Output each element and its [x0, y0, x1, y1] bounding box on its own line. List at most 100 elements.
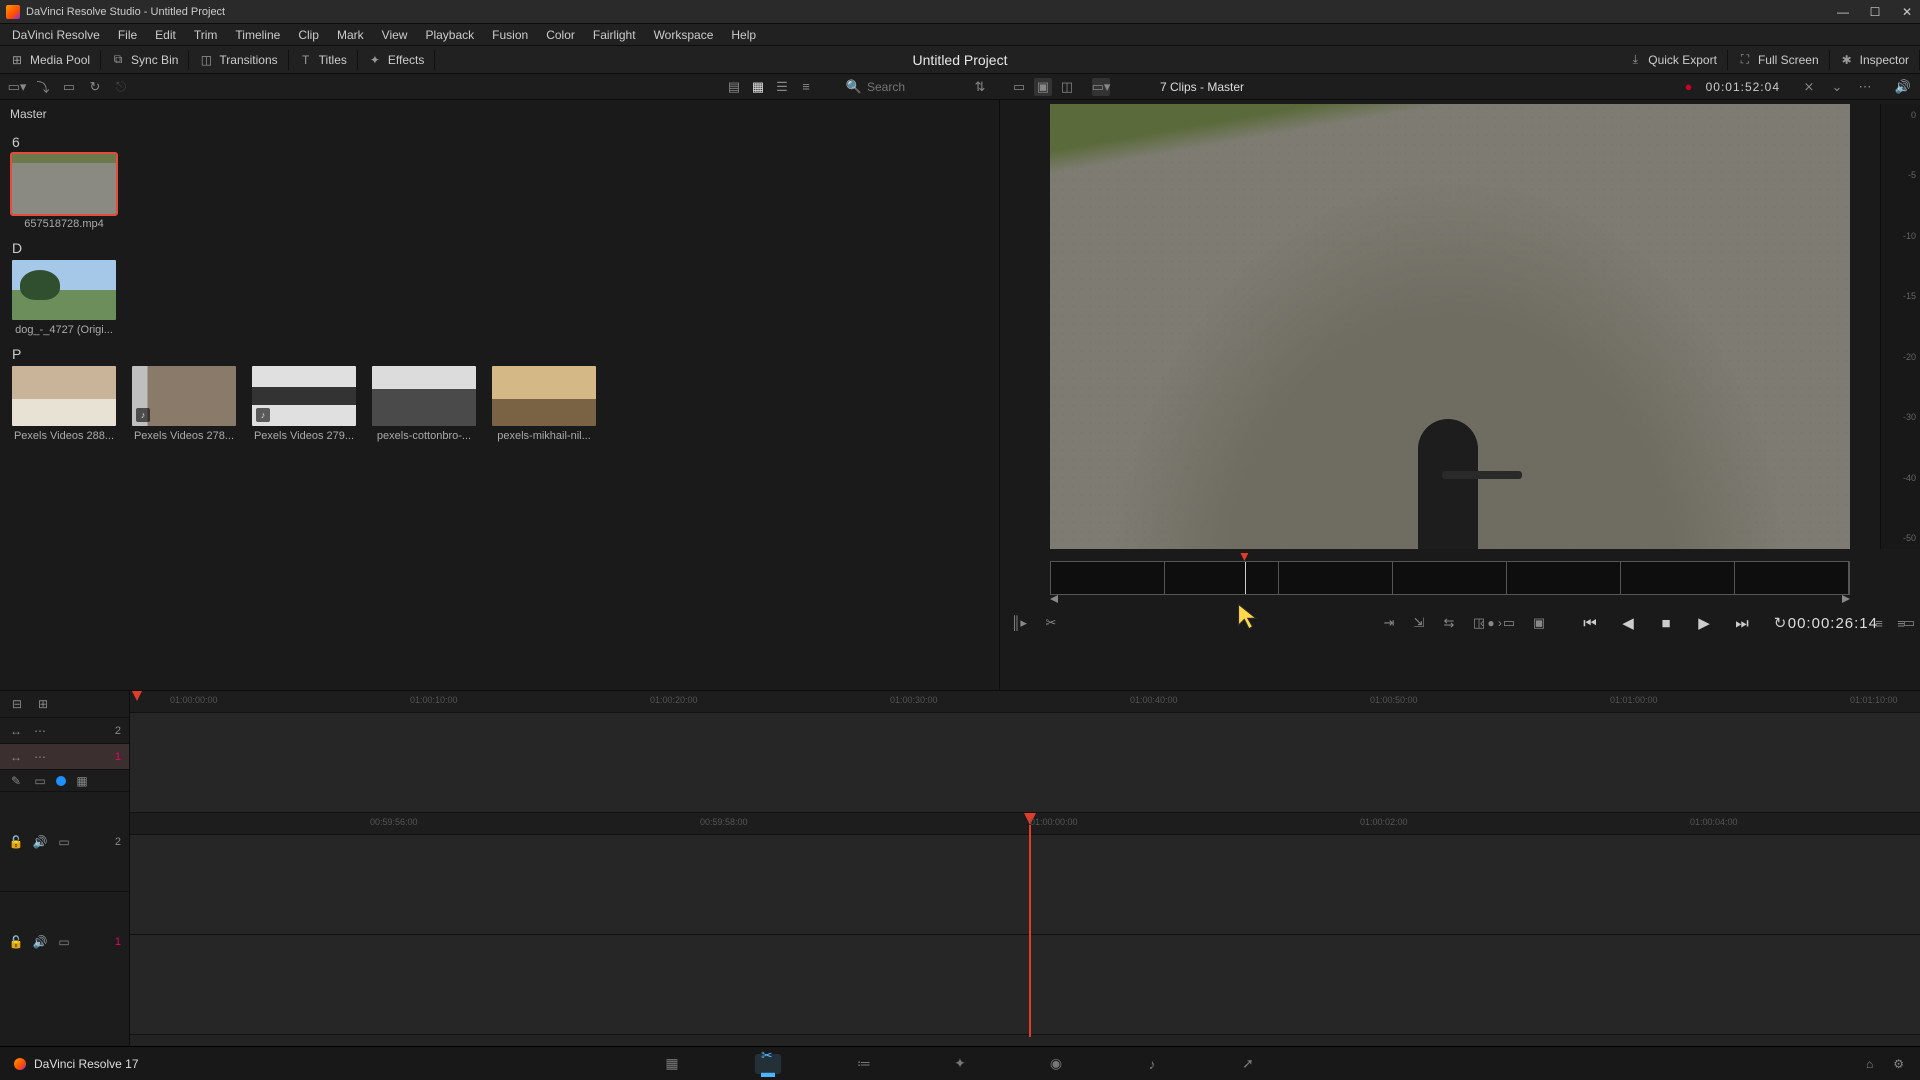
- page-deliver[interactable]: ➚: [1235, 1054, 1261, 1074]
- split-icon[interactable]: ✂: [1042, 614, 1060, 632]
- search-input[interactable]: [867, 80, 947, 94]
- timeline-mode-a-icon[interactable]: ⊟: [8, 695, 26, 713]
- clip-thumb-image[interactable]: [12, 366, 116, 426]
- place-on-top-icon[interactable]: ▭: [1500, 614, 1518, 632]
- window-close[interactable]: ✕: [1900, 5, 1914, 19]
- clip-thumb-image[interactable]: [492, 366, 596, 426]
- gear-icon[interactable]: ⚙: [1893, 1057, 1904, 1071]
- link-icon[interactable]: ⎋: [112, 78, 130, 96]
- window-maximize[interactable]: ☐: [1868, 5, 1882, 19]
- marker-extra-icon[interactable]: ▦: [74, 773, 90, 789]
- folder-icon[interactable]: ▭: [60, 78, 78, 96]
- flag-tool-icon[interactable]: ▭: [32, 773, 48, 789]
- menu-item[interactable]: Edit: [147, 26, 184, 44]
- source-overwrite-icon[interactable]: ▣: [1530, 614, 1548, 632]
- home-icon[interactable]: ⌂: [1866, 1057, 1873, 1071]
- clip-thumb-image[interactable]: [372, 366, 476, 426]
- clip-thumb[interactable]: pexels-cottonbro-...: [372, 366, 476, 442]
- panel-sync-bin[interactable]: ⧉Sync Bin: [101, 50, 189, 70]
- stop-button[interactable]: ■: [1656, 613, 1676, 633]
- tool-b-icon[interactable]: ▭: [1900, 614, 1918, 632]
- menu-item[interactable]: Color: [538, 26, 583, 44]
- viewer-mode-source-icon[interactable]: ▭: [1010, 78, 1028, 96]
- loop-button[interactable]: ↻: [1770, 613, 1790, 633]
- panel-full-screen[interactable]: ⛶Full Screen: [1728, 50, 1830, 70]
- options-icon[interactable]: ⋯: [1856, 78, 1874, 96]
- bin-header[interactable]: Master: [10, 104, 989, 124]
- panel-transitions[interactable]: ◫Transitions: [189, 50, 288, 70]
- go-start-button[interactable]: ⏮: [1580, 613, 1600, 633]
- solo-icon[interactable]: ▭: [56, 934, 72, 950]
- smart-insert-icon[interactable]: ⇥: [1380, 614, 1398, 632]
- audio-tracks-area[interactable]: [130, 835, 1920, 1035]
- marker-tool-icon[interactable]: ✎: [8, 773, 24, 789]
- append-icon[interactable]: ⇲: [1410, 614, 1428, 632]
- clip-thumb-image[interactable]: ♪: [132, 366, 236, 426]
- metadata-view-icon[interactable]: ☰: [773, 78, 791, 96]
- timeline-mode-b-icon[interactable]: ⊞: [34, 695, 52, 713]
- bin-view-icon[interactable]: ▭▾: [8, 78, 26, 96]
- panel-media-pool[interactable]: ⊞Media Pool: [0, 50, 101, 70]
- menu-item[interactable]: Trim: [186, 26, 226, 44]
- ripple-overwrite-icon[interactable]: ⇆: [1440, 614, 1458, 632]
- viewer-mode-tape-icon[interactable]: ▣: [1034, 78, 1052, 96]
- menu-item[interactable]: Clip: [290, 26, 327, 44]
- step-back-button[interactable]: ◀: [1618, 613, 1638, 633]
- upper-playhead[interactable]: [132, 691, 142, 701]
- menu-item[interactable]: File: [110, 26, 145, 44]
- sync-lock-icon[interactable]: ↔: [8, 723, 24, 739]
- clip-thumb-image[interactable]: [12, 260, 116, 320]
- marker-color-dot[interactable]: [56, 776, 66, 786]
- jog-control[interactable]: ‹ ● ›: [1480, 616, 1502, 630]
- list-view-icon[interactable]: ≡: [797, 78, 815, 96]
- source-scrubber[interactable]: [1050, 561, 1850, 595]
- boring-detector-icon[interactable]: ║▸: [1010, 614, 1028, 632]
- speaker-icon[interactable]: 🔊: [32, 934, 48, 950]
- menu-item[interactable]: Workspace: [646, 26, 722, 44]
- audio-icon[interactable]: 🔊: [1894, 78, 1912, 96]
- sync-lock-icon[interactable]: ↔: [8, 749, 24, 765]
- viewer-mode-dual-icon[interactable]: ◫: [1058, 78, 1076, 96]
- menu-item[interactable]: Fairlight: [585, 26, 644, 44]
- window-minimize[interactable]: —: [1836, 5, 1850, 19]
- menu-item[interactable]: Mark: [329, 26, 372, 44]
- video-tracks-area[interactable]: [130, 713, 1920, 813]
- out-handle[interactable]: [1842, 595, 1850, 603]
- menu-item[interactable]: DaVinci Resolve: [4, 26, 108, 44]
- viewer-color-icon[interactable]: ▭▾: [1092, 78, 1110, 96]
- sort-icon[interactable]: ⇅: [971, 78, 989, 96]
- track-tools-icon[interactable]: ⋯: [32, 723, 48, 739]
- page-fairlight[interactable]: ♪: [1139, 1054, 1165, 1074]
- record-icon[interactable]: ●: [1680, 78, 1698, 96]
- viewer-video[interactable]: [1050, 104, 1850, 549]
- clip-thumb[interactable]: pexels-mikhail-nil...: [492, 366, 596, 442]
- refresh-icon[interactable]: ↻: [86, 78, 104, 96]
- panel-inspector[interactable]: ✱Inspector: [1830, 50, 1920, 70]
- speaker-icon[interactable]: 🔊: [32, 834, 48, 850]
- menu-item[interactable]: Playback: [417, 26, 482, 44]
- clip-thumb[interactable]: dog_-_4727 (Origi...: [12, 260, 116, 336]
- lower-playhead[interactable]: [1030, 813, 1036, 1037]
- clip-thumb-image[interactable]: ♪: [252, 366, 356, 426]
- clip-thumb-image[interactable]: [12, 154, 116, 214]
- page-color[interactable]: ◉: [1043, 1054, 1069, 1074]
- search-icon[interactable]: 🔍: [845, 78, 863, 96]
- thumb-view-icon[interactable]: ▦: [749, 78, 767, 96]
- panel-titles[interactable]: TTitles: [289, 50, 358, 70]
- lock-icon[interactable]: 🔓: [8, 934, 24, 950]
- menu-item[interactable]: View: [374, 26, 416, 44]
- menu-item[interactable]: Timeline: [227, 26, 288, 44]
- bypass-icon[interactable]: ⨯: [1800, 78, 1818, 96]
- solo-icon[interactable]: ▭: [56, 834, 72, 850]
- page-cut[interactable]: ✂▬: [755, 1054, 781, 1074]
- panel-effects[interactable]: ✦Effects: [358, 50, 435, 70]
- page-fusion[interactable]: ✦: [947, 1054, 973, 1074]
- scrub-playhead-marker[interactable]: [1240, 553, 1248, 561]
- clip-thumb[interactable]: 657518728.mp4: [12, 154, 116, 230]
- tool-a-icon[interactable]: ≡: [1870, 614, 1888, 632]
- lock-icon[interactable]: 🔓: [8, 834, 24, 850]
- go-end-button[interactable]: ⏭: [1732, 613, 1752, 633]
- panel-quick-export[interactable]: ⤓Quick Export: [1618, 50, 1728, 70]
- timeline-body[interactable]: 01:00:00:00 01:00:10:00 01:00:20:00 01:0…: [130, 691, 1920, 1046]
- play-button[interactable]: ▶: [1694, 613, 1714, 633]
